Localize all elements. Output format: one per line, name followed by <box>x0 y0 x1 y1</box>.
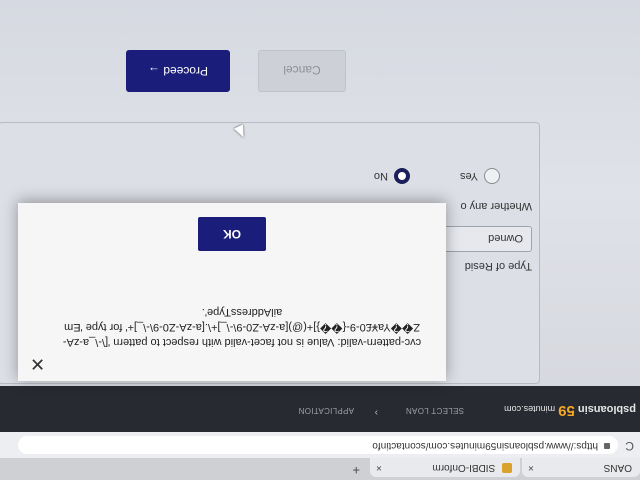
new-tab-button[interactable]: + <box>352 463 360 478</box>
type-of-residence-label: Type of Resid <box>464 260 532 272</box>
tab-sidbi[interactable]: SIDBI-Onform × <box>370 458 520 477</box>
whether-any-label: Whether any o <box>460 200 532 212</box>
lock-icon <box>604 443 610 449</box>
logo-number: 59 <box>558 402 575 419</box>
address-bar: C https://www.psbloansin59minutes.com/sc… <box>0 431 640 458</box>
close-icon[interactable]: × <box>528 458 534 477</box>
site-logo[interactable]: psbloansin 59 minutes.com <box>504 402 636 419</box>
reload-icon[interactable]: C <box>625 439 634 453</box>
favicon-icon <box>502 462 512 473</box>
chevron-icon: › <box>374 407 378 418</box>
nav-select-loan[interactable]: SELECT LOAN <box>406 406 464 415</box>
logo-suffix: minutes.com <box>504 404 556 414</box>
proceed-button[interactable]: Proceed → <box>126 50 230 92</box>
url-text: https://www.psbloansin59minutes.com/scon… <box>372 440 598 451</box>
tab-label: SIDBI-Onform <box>432 462 496 473</box>
site-header: psbloansin 59 minutes.com SELECT LOAN › … <box>0 386 640 432</box>
validation-alert-dialog: ✕ cvc-pattern-valid: Value is not facet-… <box>18 203 446 381</box>
url-input[interactable]: https://www.psbloansin59minutes.com/scon… <box>18 436 618 454</box>
cancel-button[interactable]: Cancel <box>258 50 346 92</box>
residence-type-value: Owned <box>488 232 523 244</box>
radio-yes-label: Yes <box>460 170 478 182</box>
nav-application[interactable]: APPLICATION <box>298 406 354 415</box>
alert-message: cvc-pattern-valid: Value is not facet-va… <box>62 306 422 348</box>
close-icon[interactable]: ✕ <box>30 354 45 374</box>
radio-no-label: No <box>373 170 388 182</box>
tab-oans[interactable]: OANS × <box>522 458 640 477</box>
close-icon[interactable]: × <box>376 458 382 477</box>
tab-label: OANS <box>603 462 632 473</box>
ok-button[interactable]: OK <box>198 217 266 251</box>
radio-no[interactable] <box>394 168 410 184</box>
screen: OANS × SIDBI-Onform × + C https://www.ps… <box>0 0 640 480</box>
radio-yes[interactable] <box>484 168 500 184</box>
logo-text: psbloansin <box>577 403 636 415</box>
browser-tab-bar: OANS × SIDBI-Onform × + <box>0 457 640 480</box>
